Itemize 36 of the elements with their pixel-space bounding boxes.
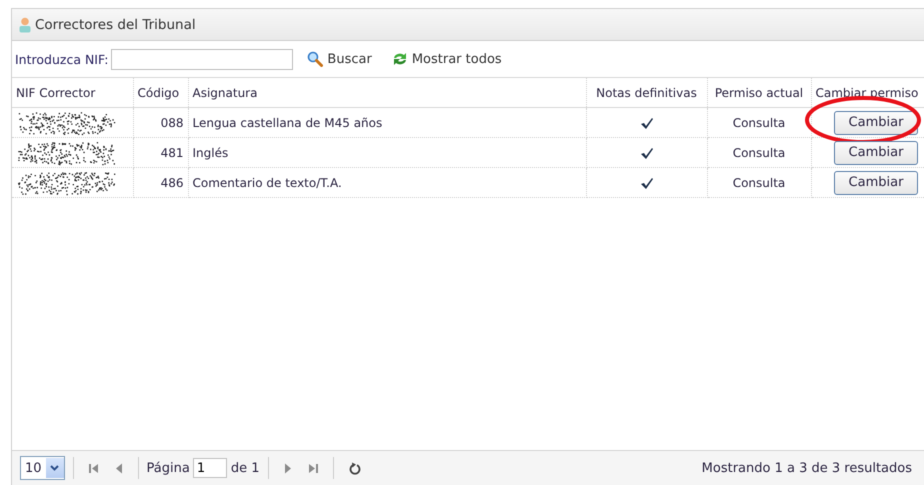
table-cell: Consulta: [732, 146, 786, 160]
table-cell: 088: [160, 116, 184, 130]
next-page-icon[interactable]: [284, 462, 292, 474]
page-size-select[interactable]: 10: [20, 456, 65, 480]
change-button[interactable]: Cambiar: [834, 110, 918, 134]
column-header: Código: [138, 86, 180, 100]
table-cell: Consulta: [732, 116, 786, 130]
results-summary: Mostrando 1 a 3 de 3 resultados: [702, 460, 913, 476]
refresh-icon[interactable]: [348, 462, 360, 474]
user-icon: [19, 16, 31, 32]
column-header: Notas definitivas: [596, 86, 697, 100]
table-cell: Comentario de texto/T.A.: [192, 176, 342, 190]
search-icon: [307, 51, 324, 67]
table-cell: Inglés: [192, 146, 228, 160]
change-button[interactable]: Cambiar: [834, 140, 918, 164]
column-header: Asignatura: [192, 86, 258, 100]
column-header: Cambiar permiso: [816, 86, 918, 100]
page-input[interactable]: 1: [192, 458, 227, 478]
chevron-down-icon: [50, 465, 60, 471]
table-cell: 481: [160, 146, 184, 160]
table-cell: Consulta: [732, 176, 786, 190]
toolbar-button[interactable]: Buscar: [303, 48, 376, 70]
change-button[interactable]: Cambiar: [834, 170, 918, 194]
nif-input-field[interactable]: [111, 48, 294, 70]
nif-label: Introduzca NIF:: [15, 52, 108, 66]
page-label: Página: [146, 460, 190, 476]
column-header: Permiso actual: [714, 86, 804, 100]
previous-page-icon[interactable]: [114, 462, 123, 474]
table-cell: Lengua castellana de M45 años: [192, 116, 382, 130]
table-cell: 486: [160, 176, 184, 190]
column-header: NIF Corrector: [16, 86, 96, 100]
refresh-arrows-icon: [392, 51, 408, 67]
toolbar-button[interactable]: Mostrar todos: [388, 48, 506, 70]
first-page-icon[interactable]: [88, 462, 101, 474]
page-count: de 1: [230, 460, 260, 476]
panel-title: Correctores del Tribunal: [35, 16, 196, 32]
